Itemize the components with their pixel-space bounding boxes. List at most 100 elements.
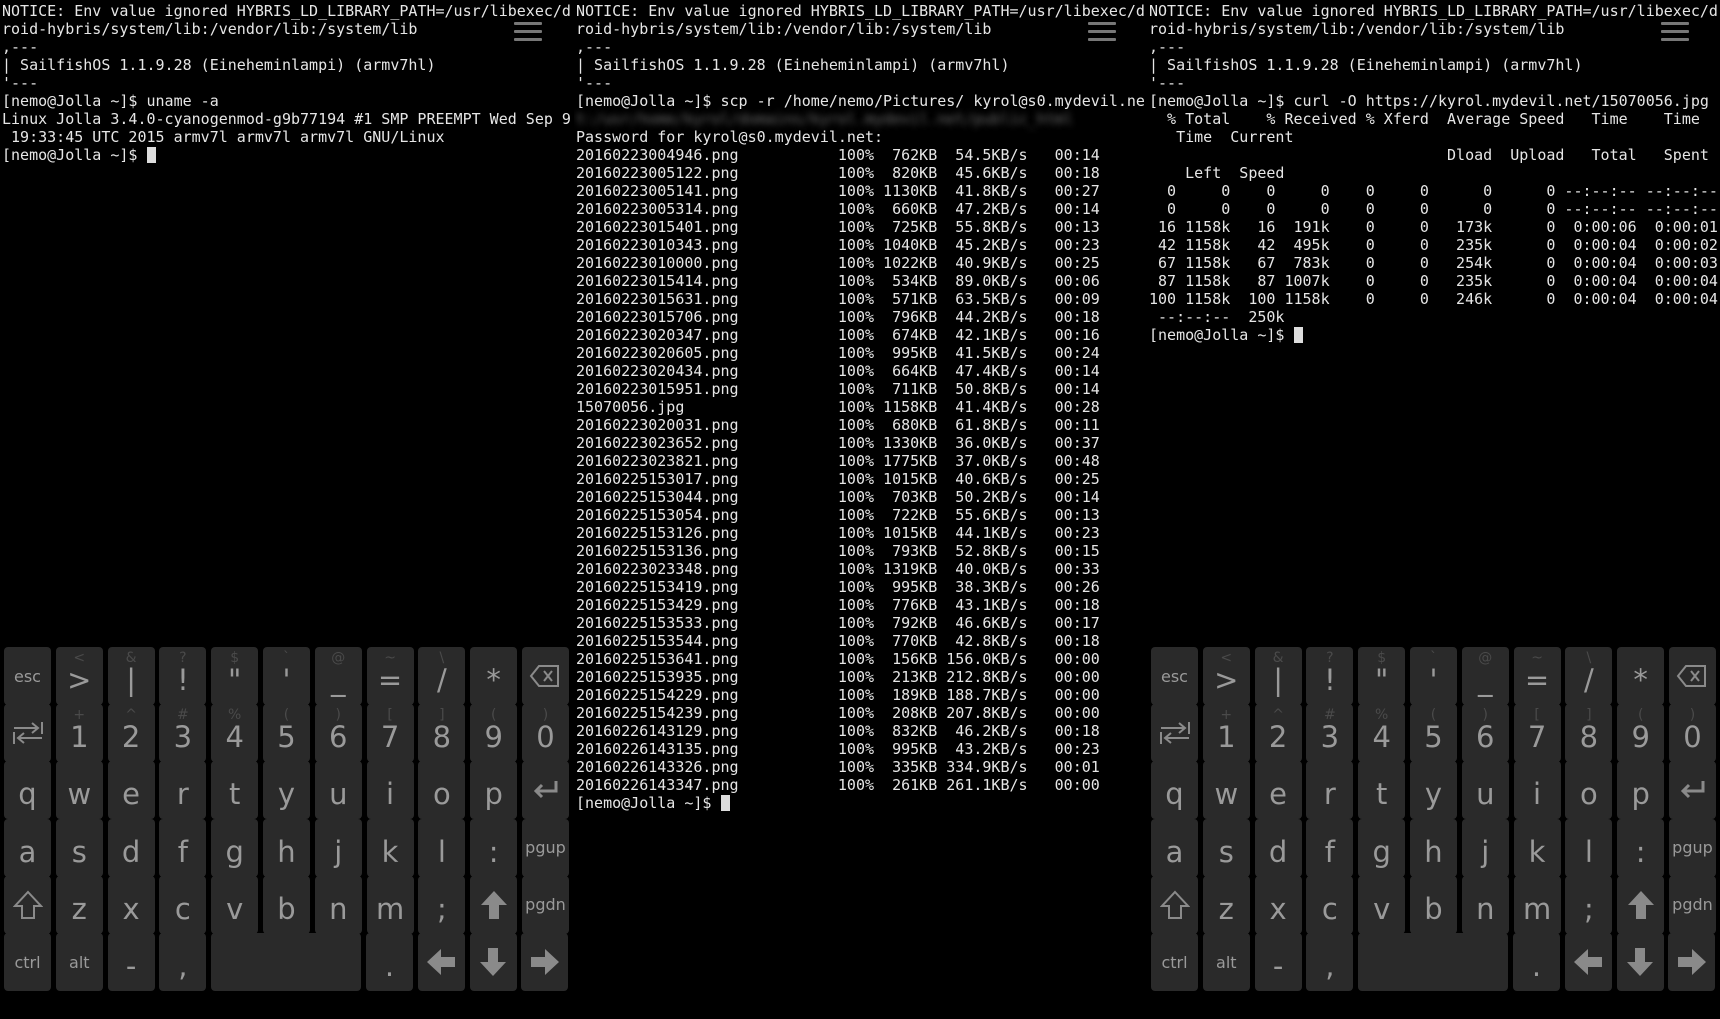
key[interactable]: t (211, 761, 259, 820)
shift-key[interactable] (1151, 875, 1198, 934)
key[interactable]: +1 (55, 704, 103, 763)
key[interactable]: : (1617, 818, 1665, 877)
key[interactable]: #3 (159, 704, 207, 763)
key[interactable]: ctrl (4, 933, 51, 991)
key[interactable]: q (1151, 761, 1198, 820)
menu-icon[interactable] (514, 22, 542, 42)
key[interactable]: . (365, 933, 413, 991)
space-key[interactable] (1358, 933, 1509, 991)
key[interactable]: (5 (262, 704, 310, 763)
key[interactable]: [7 (1513, 704, 1561, 763)
space-key[interactable] (211, 933, 362, 991)
key[interactable]: ) 6 (314, 704, 362, 763)
key[interactable]: esc (1151, 647, 1198, 705)
key[interactable]: k (366, 818, 414, 877)
shift-key[interactable] (4, 875, 51, 934)
key[interactable]: s (55, 818, 103, 877)
key[interactable]: \ / (418, 647, 466, 705)
key[interactable]: o (418, 761, 466, 820)
key[interactable]: ~ = (366, 647, 414, 705)
key[interactable]: (9 (470, 704, 518, 763)
key[interactable]: ) 6 (1461, 704, 1509, 763)
key[interactable]: < > (1202, 647, 1250, 705)
key[interactable]: k (1513, 818, 1561, 877)
key[interactable]: r (1306, 761, 1354, 820)
key[interactable]: , (159, 933, 207, 991)
key[interactable]: c (1306, 875, 1354, 934)
key[interactable]: d (1254, 818, 1302, 877)
menu-icon[interactable] (1088, 22, 1116, 42)
key[interactable]: , (1306, 933, 1354, 991)
key[interactable]: * (1617, 647, 1665, 705)
key[interactable]: w (55, 761, 103, 820)
arrow-right-key[interactable] (521, 933, 569, 991)
key[interactable]: x (107, 875, 155, 934)
arrow-left-key[interactable] (417, 933, 465, 991)
key[interactable]: alt (55, 933, 103, 991)
key[interactable]: ) 0 (521, 704, 569, 763)
key[interactable]: ] 8 (1565, 704, 1613, 763)
key[interactable]: a (4, 818, 51, 877)
key[interactable]: t (1358, 761, 1406, 820)
key[interactable]: . (1512, 933, 1560, 991)
arrow-down-key[interactable] (469, 933, 517, 991)
key[interactable]: j (1461, 818, 1509, 877)
key[interactable]: e (1254, 761, 1302, 820)
key[interactable]: ` ' (262, 647, 310, 705)
key[interactable]: v (1358, 875, 1406, 934)
arrow-left-key[interactable] (1564, 933, 1612, 991)
key[interactable]: ; (418, 875, 466, 934)
key[interactable]: - (107, 933, 155, 991)
key[interactable]: g (211, 818, 259, 877)
arrow-right-key[interactable] (1668, 933, 1716, 991)
backspace-key[interactable] (521, 647, 569, 705)
key[interactable]: pgdn (521, 875, 569, 934)
key[interactable]: $ " (211, 647, 259, 705)
key[interactable]: h (262, 818, 310, 877)
key[interactable]: % 4 (211, 704, 259, 763)
key[interactable]: ] 8 (418, 704, 466, 763)
arrow-up-key[interactable] (1617, 875, 1665, 934)
key[interactable]: & | (107, 647, 155, 705)
key[interactable]: +1 (1202, 704, 1250, 763)
key[interactable]: \ / (1565, 647, 1613, 705)
menu-icon[interactable] (1661, 22, 1689, 42)
key[interactable]: g (1358, 818, 1406, 877)
key[interactable]: - (1254, 933, 1302, 991)
key[interactable]: x (1254, 875, 1302, 934)
key[interactable]: ) 0 (1668, 704, 1716, 763)
key[interactable]: * (470, 647, 518, 705)
key[interactable]: m (1513, 875, 1561, 934)
key[interactable]: & | (1254, 647, 1302, 705)
key[interactable]: ?! (159, 647, 207, 705)
key[interactable]: f (1306, 818, 1354, 877)
enter-key[interactable] (1668, 761, 1716, 820)
key[interactable]: j (314, 818, 362, 877)
key[interactable]: ~ = (1513, 647, 1561, 705)
key[interactable]: esc (4, 647, 51, 705)
key[interactable]: p (470, 761, 518, 820)
key[interactable]: p (1617, 761, 1665, 820)
key[interactable]: < > (55, 647, 103, 705)
key[interactable]: @ _ (314, 647, 362, 705)
key[interactable]: ?! (1306, 647, 1354, 705)
key[interactable]: r (159, 761, 207, 820)
key[interactable]: ctrl (1151, 933, 1198, 991)
key[interactable]: i (366, 761, 414, 820)
key[interactable]: z (1202, 875, 1250, 934)
terminal-window-3[interactable]: NOTICE: Env value ignored HYBRIS_LD_LIBR… (1147, 0, 1720, 1019)
arrow-up-key[interactable] (470, 875, 518, 934)
key[interactable]: alt (1202, 933, 1250, 991)
key[interactable]: m (366, 875, 414, 934)
key[interactable]: (5 (1409, 704, 1457, 763)
key[interactable]: f (159, 818, 207, 877)
key[interactable]: y (262, 761, 310, 820)
key[interactable]: h (1409, 818, 1457, 877)
key[interactable]: e (107, 761, 155, 820)
key[interactable]: u (1461, 761, 1509, 820)
key[interactable]: pgup (1668, 818, 1716, 877)
key[interactable]: ` ' (1409, 647, 1457, 705)
key[interactable]: b (262, 875, 310, 934)
key[interactable]: b (1409, 875, 1457, 934)
key[interactable]: d (107, 818, 155, 877)
